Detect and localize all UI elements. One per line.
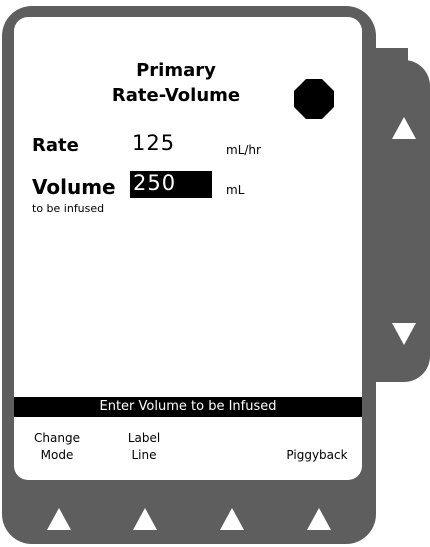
stop-octagon-icon[interactable] xyxy=(294,79,334,119)
softkey-label-line1: Change xyxy=(34,431,80,445)
screen-title-line1: Primary xyxy=(136,60,216,81)
down-arrow-icon[interactable] xyxy=(392,323,416,345)
display-screen: Primary Rate-Volume Rate 125 mL/hr Volum… xyxy=(14,17,362,480)
softkey-label-change-mode: Change Mode xyxy=(22,430,92,464)
rate-value[interactable]: 125 xyxy=(132,131,175,155)
volume-value: 250 xyxy=(133,171,177,195)
softkey-label-line2: Line xyxy=(131,448,157,462)
softkey-label-label-line: Label Line xyxy=(109,430,179,464)
volume-unit: mL xyxy=(226,183,245,197)
volume-label: Volume xyxy=(32,175,116,199)
volume-field[interactable]: 250 xyxy=(130,171,212,198)
softkey-1-button[interactable] xyxy=(47,508,71,530)
softkey-label-line1: Label xyxy=(127,431,161,445)
rate-label: Rate xyxy=(32,135,79,156)
prompt-bar: Enter Volume to be Infused xyxy=(14,397,362,417)
softkey-label-piggyback: Piggyback xyxy=(286,448,348,462)
softkey-4-button[interactable] xyxy=(307,508,331,530)
volume-sublabel: to be infused xyxy=(32,202,105,215)
up-arrow-icon[interactable] xyxy=(392,117,416,139)
softkey-label-line2: Mode xyxy=(40,448,74,462)
softkey-3-button[interactable] xyxy=(220,508,244,530)
softkey-2-button[interactable] xyxy=(133,508,157,530)
infusion-pump-device: Primary Rate-Volume Rate 125 mL/hr Volum… xyxy=(0,0,430,547)
rate-unit: mL/hr xyxy=(226,143,261,157)
